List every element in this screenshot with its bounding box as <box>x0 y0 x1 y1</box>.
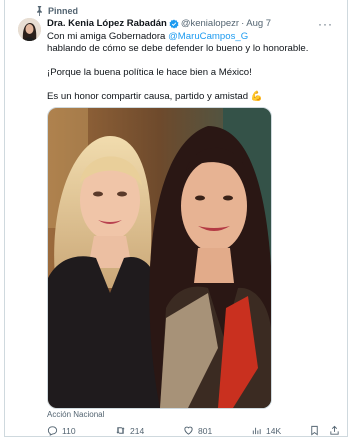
avatar[interactable] <box>18 18 41 41</box>
tweet-photo[interactable] <box>47 107 272 409</box>
reply-count: 110 <box>62 425 76 436</box>
tweet-line-2: hablando de cómo se debe defender lo bue… <box>47 43 309 54</box>
views-count: 14K <box>266 425 282 436</box>
views-button[interactable]: 14K <box>251 425 281 436</box>
reply-icon <box>47 426 58 436</box>
share-button[interactable] <box>329 425 340 436</box>
action-bar: 110 214 801 14K <box>47 425 339 437</box>
more-icon[interactable]: ··· <box>318 17 333 31</box>
tweet-line-3: ¡Porque la buena política le hace bien a… <box>47 67 252 78</box>
pinned-label: Pinned <box>48 6 79 16</box>
like-count: 801 <box>198 425 213 436</box>
tweet-date[interactable]: Aug 7 <box>246 18 271 29</box>
tweet-header: Dra. Kenia López Rabadán @kenialopezr · … <box>47 18 323 29</box>
tweet-line-4: Es un honor compartir causa, partido y a… <box>47 91 263 102</box>
tweet-line-1: Con mi amiga Gobernadora <box>47 31 169 42</box>
author-handle[interactable]: @kenialopezr <box>181 18 239 29</box>
retweet-count: 214 <box>130 425 145 436</box>
media-caption[interactable]: Acción Nacional <box>47 410 104 419</box>
mention-link[interactable]: @MaruCampos_G <box>168 31 248 42</box>
views-icon <box>252 427 261 435</box>
retweet-icon <box>116 427 125 434</box>
reply-button[interactable]: 110 <box>47 425 76 436</box>
author-name[interactable]: Dra. Kenia López Rabadán <box>47 18 167 29</box>
like-icon <box>184 426 193 435</box>
share-icon <box>330 425 339 435</box>
verified-badge-icon <box>169 18 179 29</box>
like-button[interactable]: 801 <box>183 425 212 436</box>
tweet-text: Con mi amiga Gobernadora @MaruCampos_G h… <box>47 31 337 103</box>
pin-icon <box>37 6 42 16</box>
pinned-indicator: Pinned <box>35 6 78 16</box>
tweet-card[interactable]: Pinned Dra. Kenia López Rabadán @kenialo… <box>4 0 348 437</box>
bookmark-icon <box>311 425 318 436</box>
retweet-button[interactable]: 214 <box>115 425 144 436</box>
separator-dot: · <box>241 18 245 29</box>
bookmark-button[interactable] <box>309 425 320 436</box>
